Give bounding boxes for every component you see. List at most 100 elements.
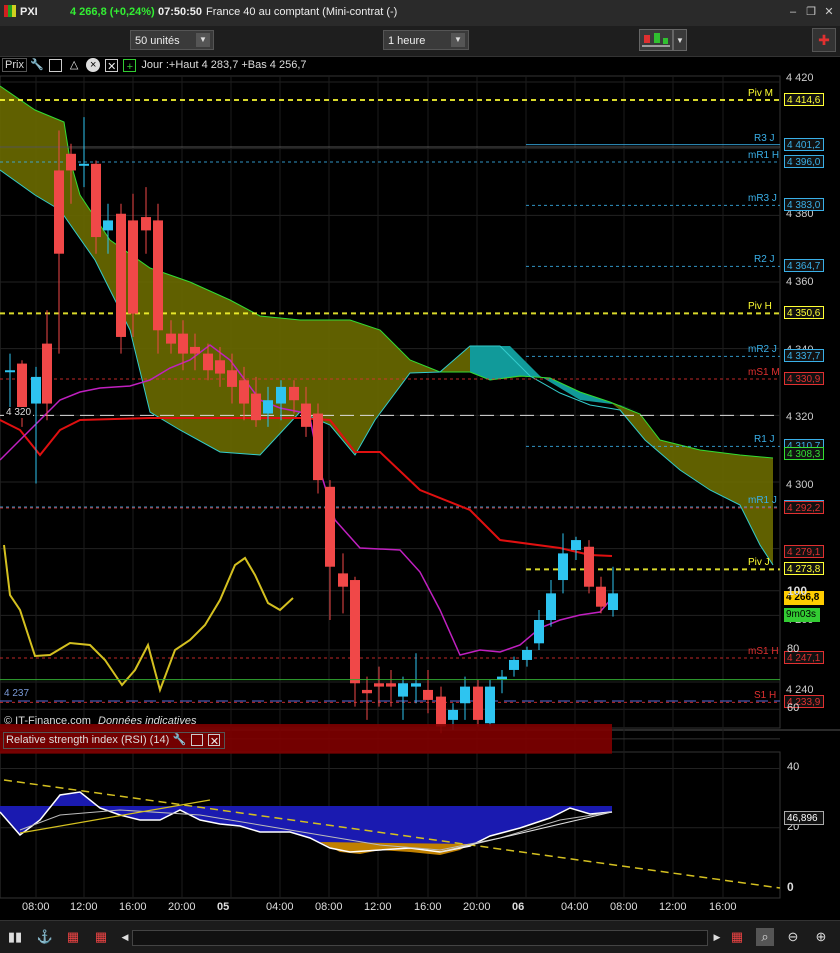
level-name: mR2 J: [748, 344, 777, 355]
delete-icon[interactable]: ✕: [208, 734, 221, 748]
bear-candle: [42, 343, 52, 404]
bear-candle: [301, 403, 311, 427]
copyright-text: © IT-Finance.com: [4, 715, 91, 727]
bear-candle: [289, 386, 299, 401]
bear-candle: [54, 170, 64, 254]
price-plot-area: [0, 75, 781, 729]
bear-candle: [203, 353, 213, 371]
bear-candle: [166, 333, 176, 344]
bull-candle: [448, 709, 458, 720]
time-axis-tick: 20:00: [463, 901, 491, 913]
time-axis-tick: 08:00: [22, 901, 50, 913]
bear-candle: [141, 217, 151, 231]
bull-candle: [411, 683, 421, 687]
zoom-out-icon[interactable]: ⊖: [784, 928, 802, 946]
bull-candle: [509, 659, 519, 670]
time-axis-tick: 04:00: [561, 901, 589, 913]
level-name: R1 J: [754, 434, 775, 445]
time-axis-tick: 04:00: [266, 901, 294, 913]
level-value-tag: 4 383,0: [784, 198, 824, 211]
time-axis-tick: 16:00: [119, 901, 147, 913]
bull-candle: [31, 376, 41, 404]
bear-candle: [596, 586, 606, 607]
level-value-tag: 4 308,3: [784, 447, 824, 460]
bear-candle: [350, 580, 360, 684]
time-axis-tick: 12:00: [70, 901, 98, 913]
countdown-tag: 9m03s: [784, 608, 820, 622]
level-value-tag: 4 414,6: [784, 93, 824, 106]
bars-icon[interactable]: ▮▮: [6, 928, 24, 946]
copyright-label: © IT-Finance.com Données indicatives: [4, 715, 196, 727]
rsi-panel-header: Relative strength index (RSI) (14) 🔧 ✕: [3, 732, 226, 749]
rsi-value-tag: 46,896: [784, 811, 824, 825]
price-axis-tick: 4 300: [786, 479, 814, 491]
draw-icon[interactable]: ▦: [64, 928, 82, 946]
rsi-axis-tick: 0: [787, 880, 794, 894]
bottom-price-label: 4 237: [4, 688, 30, 699]
window-icon[interactable]: [191, 734, 204, 747]
bear-candle: [436, 696, 446, 727]
bear-candle: [190, 346, 200, 354]
scroll-right-icon[interactable]: ▶: [708, 928, 726, 946]
wrench-icon[interactable]: 🔧: [172, 733, 186, 747]
time-scrollbar[interactable]: [132, 930, 708, 946]
time-axis-tick: 12:00: [364, 901, 392, 913]
bull-candle: [546, 593, 556, 620]
bull-candle: [263, 400, 273, 414]
bear-candle: [374, 683, 384, 687]
time-axis-tick: 16:00: [709, 901, 737, 913]
bull-candle: [103, 220, 113, 231]
bear-candle: [386, 683, 396, 687]
bull-candle: [571, 540, 581, 551]
level-value-tag: 4 364,7: [784, 259, 824, 272]
time-axis-tick: 20:00: [168, 901, 196, 913]
bear-candle: [178, 333, 188, 354]
level-name: mS1 H: [748, 646, 779, 657]
level-value-tag: 4 401,2: [784, 138, 824, 151]
zoom-in-icon[interactable]: ⊕: [812, 928, 830, 946]
level-value-tag: 4 396,0: [784, 155, 824, 168]
price-chart[interactable]: [0, 0, 840, 900]
level-name: mR1 H: [748, 150, 780, 161]
level-name: mR3 J: [748, 193, 777, 204]
level-name: R3 J: [754, 133, 775, 144]
bull-candle: [460, 686, 470, 704]
pen-icon[interactable]: ▦: [92, 928, 110, 946]
time-axis-tick: 08:00: [610, 901, 638, 913]
level-value-tag: 4 330,9: [784, 372, 824, 385]
bear-candle: [239, 380, 249, 404]
bear-candle: [153, 220, 163, 331]
bear-candle: [116, 213, 126, 337]
level-value-tag: 4 279,1: [784, 545, 824, 558]
time-axis-tick: 08:00: [315, 901, 343, 913]
bull-candle: [276, 386, 286, 404]
bull-candle: [534, 620, 544, 644]
time-axis-tick: 16:00: [414, 901, 442, 913]
bull-candle: [608, 593, 618, 611]
level-value-tag: 4 337,7: [784, 349, 824, 362]
bear-candle: [473, 686, 483, 720]
bottom-toolbar: ▮▮ ⚓ ▦ ▦ ◀ ▶ ▦ ⌕ ⊖ ⊕: [0, 920, 840, 953]
level-name: Piv H: [748, 301, 772, 312]
bull-candle: [398, 683, 408, 697]
rsi-title: Relative strength index (RSI) (14): [6, 734, 170, 746]
time-axis-tick: 06: [512, 901, 525, 913]
bull-candle: [79, 163, 89, 166]
rsi-axis-tick: 60: [787, 702, 800, 715]
level-name: mR1 J: [748, 495, 777, 506]
price-axis-tick: 4 420: [786, 72, 814, 84]
rsi-axis-tick: 100: [787, 583, 808, 598]
time-axis-tick: 12:00: [659, 901, 687, 913]
rsi-axis-tick: 80: [787, 642, 800, 655]
zoom-fit-icon[interactable]: ⌕: [756, 928, 774, 946]
bear-candle: [227, 370, 237, 387]
magnet-icon[interactable]: ⚓: [36, 928, 54, 946]
bear-candle: [423, 689, 433, 700]
rsi-axis-tick: 40: [787, 761, 800, 774]
calendar-icon[interactable]: ▦: [728, 928, 746, 946]
bear-candle: [584, 546, 594, 587]
level-name: Piv M: [748, 88, 773, 99]
level-name: mS1 M: [748, 367, 780, 378]
bear-candle: [128, 220, 138, 314]
time-axis-tick: 05: [217, 901, 230, 913]
